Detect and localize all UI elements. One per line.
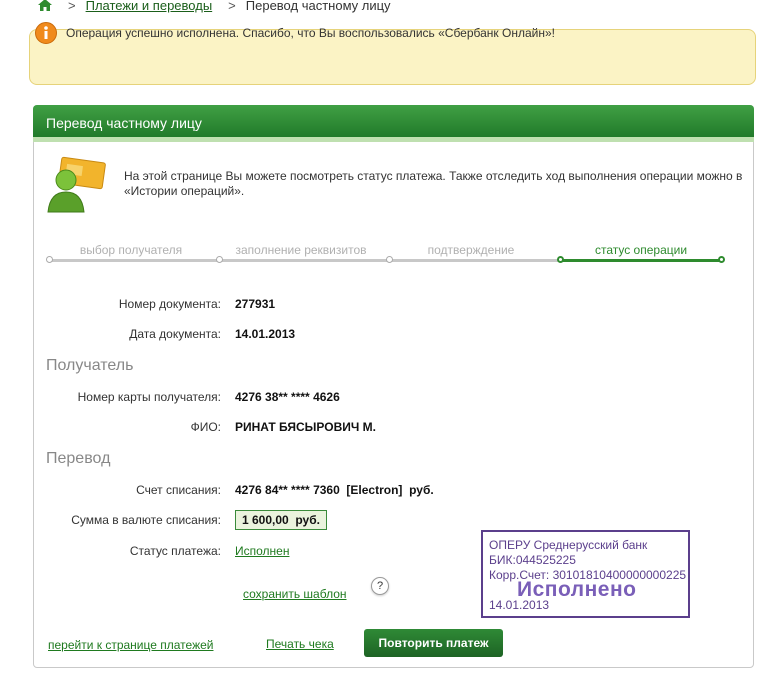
card-label: Номер карты получателя: [77,390,221,404]
print-receipt-link[interactable]: Печать чека [266,637,334,651]
step-label: заполнение реквизитов [235,243,367,257]
amount-label: Сумма в валюте списания: [71,513,221,527]
account-label: Счет списания: [136,483,221,497]
step-line [50,259,561,262]
step-dot-active [718,256,725,263]
step-dot-active [557,256,564,263]
amount-value: 1 600,00 руб. [235,510,327,530]
account-value: 4276 84** **** 7360 [Electron] руб. [235,483,434,497]
breadcrumb-current: Перевод частному лицу [245,0,391,13]
doc-number-label: Номер документа: [118,297,221,311]
card-value: 4276 38** **** 4626 [235,390,340,404]
doc-date-value: 14.01.2013 [235,327,296,341]
stamp-bik: БИК:044525225 [489,553,576,567]
panel-title: Перевод частному лицу [46,115,202,131]
step-dot [386,256,393,263]
repeat-payment-button[interactable]: Повторить платеж [364,629,503,657]
breadcrumb-separator: > [68,0,76,13]
name-label: ФИО: [190,420,221,434]
step-label-active: статус операции [594,243,688,257]
stamp-date: 14.01.2013 [489,598,550,612]
transfer-heading: Перевод [46,450,111,467]
breadcrumb-link-payments[interactable]: Платежи и переводы [86,0,213,13]
home-icon[interactable] [38,0,52,11]
bank-stamp: ОПЕРУ Среднерусский банк БИК:044525225 К… [481,530,690,618]
step-label: выбор получателя [79,243,183,257]
breadcrumb-separator: > [228,0,236,13]
intro-text: На этой странице Вы можете посмотреть ст… [124,169,743,198]
breadcrumb: > Платежи и переводы > Перевод частному … [38,0,391,13]
save-template-link[interactable]: сохранить шаблон [243,587,347,601]
help-button[interactable]: ? [371,577,389,595]
step-dot [216,256,223,263]
step-dot [46,256,53,263]
step-label: подтверждение [427,243,515,257]
stamp-bank: ОПЕРУ Среднерусский банк [489,538,648,552]
transfer-illustration-icon [47,156,106,213]
doc-date-label: Дата документа: [129,327,221,341]
name-value: РИНАТ БЯСЫРОВИЧ М. [235,420,376,434]
recipient-heading: Получатель [46,357,134,374]
go-to-payments-link[interactable]: перейти к странице платежей [48,638,213,652]
panel-header-underline [33,137,754,142]
status-label: Статус платежа: [129,544,221,558]
alert-message: Операция успешно исполнена. Спасибо, что… [66,26,555,40]
doc-number-value: 277931 [235,297,276,311]
step-line-active [561,259,721,262]
status-link[interactable]: Исполнен [235,544,289,558]
info-icon [35,22,57,44]
